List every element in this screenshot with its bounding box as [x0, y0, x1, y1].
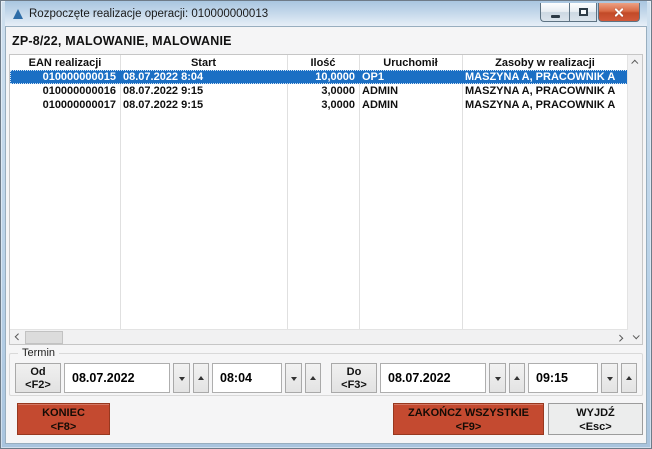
cell-start: 08.07.2022 8:04: [123, 71, 204, 83]
minimize-icon: [550, 14, 560, 18]
close-button[interactable]: [598, 3, 640, 22]
od-date-up-button[interactable]: [193, 363, 209, 393]
termin-controls: Od <F2> 08.07.2022 08:04 Do <F3> 08.07.2…: [15, 363, 637, 393]
koniec-button[interactable]: KONIEC <F8>: [17, 403, 110, 435]
column-header-ean[interactable]: EAN realizacji: [10, 56, 120, 70]
app-icon: [13, 8, 23, 19]
od-date-down-button[interactable]: [173, 363, 190, 393]
cell-zasoby: MASZYNA A, PRACOWNIK A: [465, 99, 616, 111]
cell-uruchomil: OP1: [362, 71, 385, 83]
page-title: ZP-8/22, MALOWANIE, MALOWANIE: [12, 34, 232, 48]
vertical-scrollbar[interactable]: [627, 55, 642, 344]
od-time-field[interactable]: 08:04: [212, 363, 282, 393]
scroll-right-button[interactable]: [613, 330, 628, 345]
triangle-down-icon: [290, 376, 297, 384]
cell-uruchomil: ADMIN: [362, 99, 399, 111]
cell-ilosc: 3,0000: [321, 85, 355, 97]
cell-zasoby: MASZYNA A, PRACOWNIK A: [465, 85, 616, 97]
do-date-down-button[interactable]: [489, 363, 506, 393]
cell-uruchomil: ADMIN: [362, 85, 399, 97]
termin-group: Termin Od <F2> 08.07.2022 08:04 Do <F3> …: [9, 347, 643, 396]
column-header-ilosc[interactable]: Ilość: [287, 56, 359, 70]
table-row[interactable]: 010000000016 08.07.2022 9:15 3,0000 ADMI…: [10, 84, 628, 98]
cell-ilosc: 3,0000: [321, 99, 355, 111]
od-button[interactable]: Od <F2>: [15, 363, 61, 393]
minimize-button[interactable]: [540, 3, 569, 22]
od-date-field[interactable]: 08.07.2022: [64, 363, 170, 393]
triangle-up-icon: [198, 373, 204, 380]
maximize-button[interactable]: [569, 3, 597, 22]
realizations-table: EAN realizacji Start Ilość Uruchomił Zas…: [9, 54, 643, 345]
termin-label: Termin: [22, 347, 56, 359]
column-header-start[interactable]: Start: [120, 56, 287, 70]
app-window: Rozpoczęte realizacje operacji: 01000000…: [0, 0, 652, 449]
cell-start: 08.07.2022 9:15: [123, 85, 204, 97]
od-time-down-button[interactable]: [285, 363, 302, 393]
triangle-up-icon: [514, 373, 520, 380]
window-controls: [540, 3, 640, 22]
triangle-up-icon: [626, 373, 632, 380]
horizontal-scrollbar[interactable]: [10, 329, 628, 344]
chevron-down-icon: [632, 332, 640, 340]
column-header-uruchomil[interactable]: Uruchomił: [359, 56, 462, 70]
cell-ean: 010000000015: [42, 71, 116, 83]
dialog-content: ZP-8/22, MALOWANIE, MALOWANIE EAN realiz…: [5, 26, 647, 444]
triangle-up-icon: [310, 373, 316, 380]
cell-zasoby: MASZYNA A, PRACOWNIK A: [465, 71, 616, 83]
maximize-icon: [578, 8, 588, 16]
chevron-up-icon: [631, 59, 639, 67]
od-group: Od <F2> 08.07.2022 08:04: [15, 363, 321, 393]
table-header-row: EAN realizacji Start Ilość Uruchomił Zas…: [10, 55, 628, 70]
scroll-down-button[interactable]: [628, 329, 643, 344]
chevron-right-icon: [616, 334, 624, 342]
do-time-field[interactable]: 09:15: [528, 363, 598, 393]
zakoncz-wszystkie-button[interactable]: ZAKOŃCZ WSZYSTKIE <F9>: [393, 403, 544, 435]
cell-start: 08.07.2022 9:15: [123, 99, 204, 111]
cell-ean: 010000000017: [42, 99, 116, 111]
action-bar: KONIEC <F8> ZAKOŃCZ WSZYSTKIE <F9> WYJDŹ…: [9, 403, 643, 435]
do-date-up-button[interactable]: [509, 363, 525, 393]
scrollbar-thumb[interactable]: [25, 330, 63, 344]
do-time-down-button[interactable]: [601, 363, 618, 393]
scroll-left-button[interactable]: [10, 330, 25, 345]
chevron-left-icon: [14, 332, 22, 340]
triangle-down-icon: [494, 376, 501, 384]
cell-ean: 010000000016: [42, 85, 116, 97]
table-row[interactable]: 010000000015 08.07.2022 8:04 10,0000 OP1…: [10, 70, 628, 84]
scroll-up-button[interactable]: [628, 55, 643, 70]
triangle-down-icon: [178, 376, 185, 384]
cell-ilosc: 10,0000: [315, 71, 355, 83]
table-row[interactable]: 010000000017 08.07.2022 9:15 3,0000 ADMI…: [10, 98, 628, 112]
wyjdz-button[interactable]: WYJDŹ <Esc>: [548, 403, 643, 435]
do-group: Do <F3> 08.07.2022 09:15: [331, 363, 637, 393]
do-button[interactable]: Do <F3>: [331, 363, 377, 393]
od-time-up-button[interactable]: [305, 363, 321, 393]
do-time-up-button[interactable]: [621, 363, 637, 393]
column-header-zasoby[interactable]: Zasoby w realizacji: [462, 56, 628, 70]
triangle-down-icon: [606, 376, 613, 384]
do-date-field[interactable]: 08.07.2022: [380, 363, 486, 393]
close-icon: [614, 7, 625, 18]
titlebar: Rozpoczęte realizacje operacji: 01000000…: [5, 1, 647, 26]
